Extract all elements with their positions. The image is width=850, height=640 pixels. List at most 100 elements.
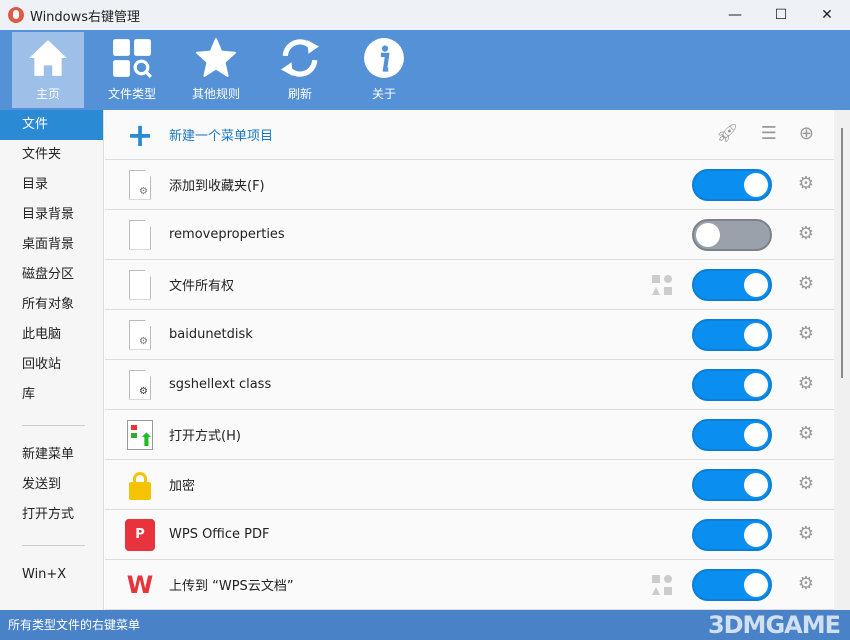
gear-icon[interactable]: ⚙ — [798, 224, 814, 244]
gear-icon[interactable]: ⚙ — [798, 274, 814, 294]
shapes-icon — [652, 575, 672, 595]
open-with-icon: ⬆ — [125, 418, 155, 452]
toolbar-about[interactable]: 关于 — [348, 32, 420, 108]
enable-toggle[interactable] — [692, 569, 772, 601]
refresh-icon — [279, 37, 321, 79]
sidebar-item-all-objects[interactable]: 所有对象 — [0, 290, 103, 320]
app-icon — [8, 7, 24, 23]
window-title: Windows右键管理 — [30, 6, 140, 25]
menu-item-label: WPS Office PDF — [169, 527, 269, 542]
add-frame-icon[interactable]: ⊕ — [799, 123, 814, 144]
sidebar-item-new-menu[interactable]: 新建菜单 — [0, 440, 103, 470]
toolbar: 主页 文件类型 其他规则 刷新 关于 — [0, 30, 850, 110]
toggle-knob — [744, 473, 768, 497]
toggle-knob — [744, 173, 768, 197]
wps-pdf-icon: P — [125, 518, 155, 552]
rocket-icon[interactable]: 🚀︎ — [716, 123, 739, 144]
title-bar: Windows右键管理 — ☐ ✕ — [0, 0, 850, 30]
sidebar-item-send-to[interactable]: 发送到 — [0, 470, 103, 500]
toolbar-other-rules[interactable]: 其他规则 — [180, 32, 252, 108]
toggle-knob — [744, 523, 768, 547]
menu-item-row: ⚙ sgshellext class ⚙ — [105, 360, 834, 410]
add-note-icon[interactable]: ☰ — [761, 123, 777, 144]
menu-item-label: removeproperties — [169, 227, 285, 242]
enable-toggle[interactable] — [692, 219, 772, 251]
menu-item-row: ⬆ 打开方式(H) ⚙ — [105, 410, 834, 460]
sidebar-item-folder[interactable]: 文件夹 — [0, 140, 103, 170]
toggle-knob — [744, 323, 768, 347]
menu-item-row: removeproperties ⚙ — [105, 210, 834, 260]
toggle-knob — [744, 273, 768, 297]
sidebar-item-library[interactable]: 库 — [0, 380, 103, 410]
home-icon — [27, 37, 69, 79]
close-button[interactable]: ✕ — [804, 0, 850, 30]
toggle-knob — [744, 573, 768, 597]
enable-toggle[interactable] — [692, 469, 772, 501]
toggle-knob — [744, 423, 768, 447]
enable-toggle[interactable] — [692, 269, 772, 301]
menu-item-label: sgshellext class — [169, 377, 271, 392]
sidebar-item-drive[interactable]: 磁盘分区 — [0, 260, 103, 290]
sidebar-item-desktop-background[interactable]: 桌面背景 — [0, 230, 103, 260]
enable-toggle[interactable] — [692, 369, 772, 401]
menu-item-label: 打开方式(H) — [169, 425, 241, 444]
toolbar-label: 关于 — [372, 85, 396, 102]
menu-item-row: 加密 ⚙ — [105, 460, 834, 510]
toolbar-label: 其他规则 — [192, 85, 240, 102]
plus-icon: + — [125, 118, 155, 152]
menu-item-list: + 新建一个菜单项目 🚀︎ ☰ ⊕ ⚙添加到收藏夹(F)⚙removeprope… — [105, 110, 834, 610]
toolbar-label: 文件类型 — [108, 85, 156, 102]
toolbar-refresh[interactable]: 刷新 — [264, 32, 336, 108]
gear-icon[interactable]: ⚙ — [798, 424, 814, 444]
favorites-icon: ⚙ — [125, 168, 155, 202]
gear-icon[interactable]: ⚙ — [798, 324, 814, 344]
sidebar-item-file[interactable]: 文件 — [0, 110, 103, 140]
gear-icon[interactable]: ⚙ — [798, 574, 814, 594]
menu-item-label: 上传到 “WPS云文档” — [169, 575, 294, 594]
sidebar-item-recycle-bin[interactable]: 回收站 — [0, 350, 103, 380]
menu-item-row: 文件所有权⚙ — [105, 260, 834, 310]
sidebar-item-this-pc[interactable]: 此电脑 — [0, 320, 103, 350]
watermark: 3DMGAME — [708, 610, 840, 640]
menu-item-row: P WPS Office PDF ⚙ — [105, 510, 834, 560]
enable-toggle[interactable] — [692, 419, 772, 451]
file-icon — [125, 218, 155, 252]
star-icon — [195, 37, 237, 79]
file-icon — [125, 268, 155, 302]
menu-item-label: 加密 — [169, 475, 195, 494]
sidebar-item-directory-background[interactable]: 目录背景 — [0, 200, 103, 230]
toolbar-home[interactable]: 主页 — [12, 32, 84, 108]
sgshellext-icon: ⚙ — [125, 368, 155, 402]
menu-item-label: 添加到收藏夹(F) — [169, 175, 265, 194]
enable-toggle[interactable] — [692, 169, 772, 201]
gear-icon[interactable]: ⚙ — [798, 474, 814, 494]
toolbar-label: 刷新 — [288, 85, 312, 102]
enable-toggle[interactable] — [692, 319, 772, 351]
toggle-knob — [696, 223, 720, 247]
menu-item-row: ⚙baidunetdisk⚙ — [105, 310, 834, 360]
menu-item-label: baidunetdisk — [169, 327, 253, 342]
scrollbar[interactable] — [834, 110, 850, 610]
sidebar-item-open-with[interactable]: 打开方式 — [0, 500, 103, 530]
minimize-button[interactable]: — — [712, 0, 758, 30]
gear-icon[interactable]: ⚙ — [798, 524, 814, 544]
new-item-row[interactable]: + 新建一个菜单项目 🚀︎ ☰ ⊕ — [105, 110, 834, 160]
enable-toggle[interactable] — [692, 519, 772, 551]
divider — [22, 425, 85, 426]
maximize-button[interactable]: ☐ — [758, 0, 804, 30]
scrollbar-thumb[interactable] — [841, 128, 843, 378]
gear-icon[interactable]: ⚙ — [798, 374, 814, 394]
menu-item-row: W 上传到 “WPS云文档” ⚙ — [105, 560, 834, 610]
sidebar-item-winx[interactable]: Win+X — [0, 560, 103, 590]
wps-icon: W — [125, 568, 155, 602]
menu-item-row: ⚙ 添加到收藏夹(F) ⚙ — [105, 160, 834, 210]
sidebar-item-directory[interactable]: 目录 — [0, 170, 103, 200]
toolbar-label: 主页 — [36, 85, 60, 102]
new-item-label[interactable]: 新建一个菜单项目 — [169, 125, 273, 144]
info-icon — [363, 37, 405, 79]
toolbar-file-types[interactable]: 文件类型 — [96, 32, 168, 108]
lock-icon — [125, 468, 155, 502]
sidebar: 文件 文件夹 目录 目录背景 桌面背景 磁盘分区 所有对象 此电脑 回收站 库 … — [0, 110, 104, 610]
gear-icon[interactable]: ⚙ — [798, 174, 814, 194]
shapes-icon — [652, 275, 672, 295]
